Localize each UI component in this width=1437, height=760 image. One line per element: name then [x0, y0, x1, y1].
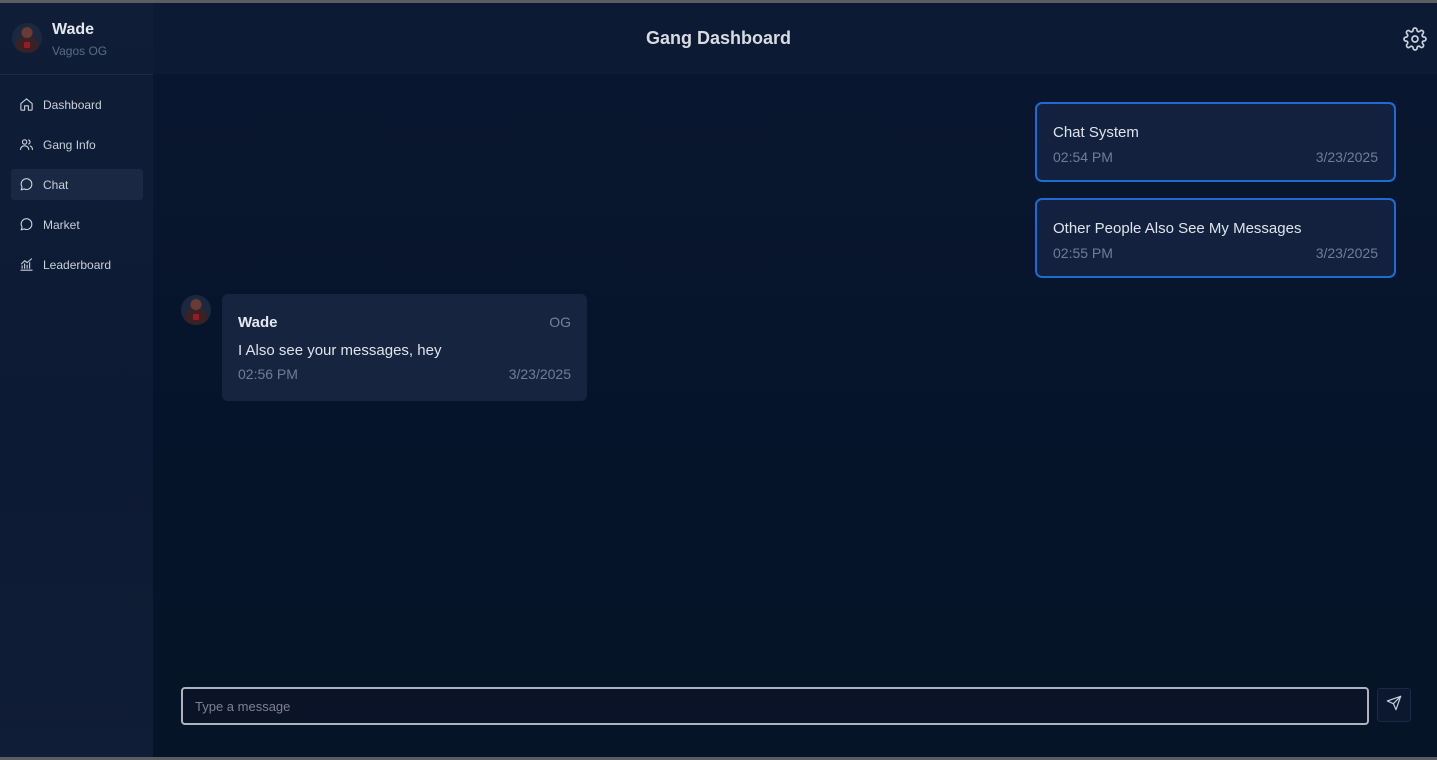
send-icon — [1386, 695, 1402, 716]
users-icon — [19, 137, 43, 152]
message-date: 3/23/2025 — [508, 366, 571, 382]
sender-avatar — [181, 295, 211, 325]
page-title: Gang Dashboard — [645, 28, 792, 48]
message-time: 02:54 PM — [1053, 149, 1113, 165]
message-sender-rank: OG — [549, 314, 571, 330]
message-time: 02:56 PM — [238, 366, 298, 382]
message-text: Other People Also See My Messages — [1053, 220, 1302, 237]
message-outgoing: Other People Also See My Messages 02:55 … — [1035, 198, 1396, 278]
sidebar-item-gang-info[interactable]: Gang Info — [11, 129, 143, 160]
message-sender: Wade — [238, 314, 278, 331]
message-outgoing: Chat System 02:54 PM 3/23/2025 — [1035, 102, 1396, 182]
sidebar-item-dashboard[interactable]: Dashboard — [11, 89, 143, 120]
home-icon — [19, 97, 43, 112]
sidebar-item-label: Dashboard — [43, 97, 102, 112]
sidebar-nav: Dashboard Gang Info Chat Market Leaderbo… — [11, 89, 143, 289]
app-window: Wade Vagos OG Dashboard Gang Info Chat M… — [0, 3, 1437, 757]
chat-icon — [19, 177, 43, 192]
sidebar-item-chat[interactable]: Chat — [11, 169, 143, 200]
sidebar-item-market[interactable]: Market — [11, 209, 143, 240]
top-header: Gang Dashboard — [153, 3, 1437, 74]
profile-rank: Vagos OG — [52, 44, 108, 58]
message-text: I Also see your messages, hey — [238, 342, 442, 359]
sidebar-item-leaderboard[interactable]: Leaderboard — [11, 249, 143, 280]
message-text: Chat System — [1053, 124, 1139, 141]
profile-name: Wade — [52, 21, 95, 38]
message-date: 3/23/2025 — [1315, 149, 1378, 165]
chat-icon — [19, 217, 43, 232]
sidebar-item-label: Chat — [43, 177, 69, 192]
sidebar-item-label: Gang Info — [43, 137, 96, 152]
sidebar-item-label: Market — [43, 217, 80, 232]
message-input[interactable] — [183, 688, 1367, 724]
gear-icon — [1403, 27, 1427, 55]
settings-button[interactable] — [1403, 27, 1427, 51]
chart-icon — [19, 257, 43, 272]
message-incoming: Wade OG I Also see your messages, hey 02… — [222, 294, 587, 401]
sidebar: Wade Vagos OG Dashboard Gang Info Chat M… — [0, 3, 153, 757]
message-date: 3/23/2025 — [1315, 245, 1378, 261]
message-time: 02:55 PM — [1053, 245, 1113, 261]
profile-card: Wade Vagos OG — [0, 3, 153, 75]
avatar — [12, 23, 42, 53]
message-composer — [181, 687, 1369, 725]
sidebar-item-label: Leaderboard — [43, 257, 112, 272]
send-button[interactable] — [1377, 688, 1411, 722]
